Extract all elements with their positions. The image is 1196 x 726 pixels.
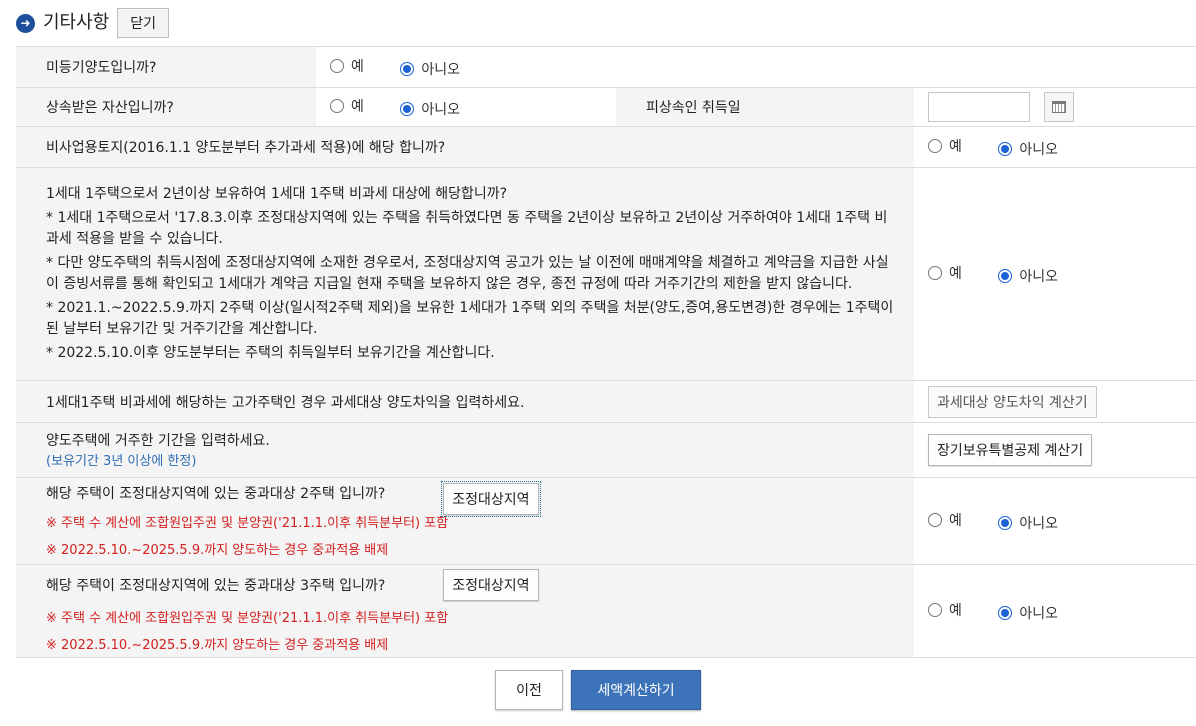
two-house-note-2: ※ 2022.5.10.~2025.5.9.까지 양도하는 경우 중과적용 배제	[46, 543, 389, 558]
row-residence: 양도주택에 거주한 기간을 입력하세요. (보유기간 3년 이상에 한정) 장기…	[16, 422, 1196, 478]
close-button[interactable]: 닫기	[117, 8, 170, 38]
radio-two-house-no[interactable]: 아니오	[998, 513, 1058, 533]
two-house-question-text: 해당 주택이 조정대상지역에 있는 중과대상 2주택 입니까?	[46, 486, 386, 502]
row-non-business-land: 비사업용토지(2016.1.1 양도분부터 추가과세 적용)에 해당 합니까? …	[16, 126, 1196, 168]
question-residence: 양도주택에 거주한 기간을 입력하세요. (보유기간 3년 이상에 한정)	[16, 422, 914, 478]
answer-two-house: 예 아니오	[914, 477, 1196, 565]
section-title: 기타사항	[43, 12, 110, 33]
answer-three-house: 예 아니오	[914, 564, 1196, 658]
question-non-business-land: 비사업용토지(2016.1.1 양도분부터 추가과세 적용)에 해당 합니까?	[16, 126, 914, 168]
radio-circle[interactable]	[330, 58, 344, 73]
question-one-house: 1세대 1주택으로서 2년이상 보유하여 1세대 1주택 비과세 대상에 해당합…	[16, 167, 914, 381]
three-house-question-text: 해당 주택이 조정대상지역에 있는 중과대상 3주택 입니까?	[46, 578, 386, 594]
one-house-note-1: * 1세대 1주택으로서 '17.8.3.이후 조정대상지역에 있는 주택을 취…	[46, 210, 888, 247]
radio-three-house-no[interactable]: 아니오	[998, 603, 1058, 623]
answer-non-business-land: 예 아니오	[914, 126, 1196, 168]
arrow-right-circle-icon: ➜	[16, 13, 35, 33]
radio-circle-selected[interactable]	[400, 61, 415, 76]
radio-circle[interactable]	[928, 512, 942, 527]
answer-unregistered: 예 아니오	[316, 46, 1196, 88]
calendar-icon	[1052, 101, 1067, 113]
question-luxury-house: 1세대1주택 비과세에 해당하는 고가주택인 경우 과세대상 양도차익을 입력하…	[16, 380, 914, 423]
radio-non-business-land-no[interactable]: 아니오	[998, 139, 1058, 159]
radio-circle-selected[interactable]	[998, 605, 1013, 620]
label-decedent-acquisition-date: 피상속인 취득일	[616, 87, 914, 127]
decedent-date-input[interactable]	[928, 92, 1030, 122]
radio-unregistered-no[interactable]: 아니오	[400, 59, 460, 79]
radio-circle-selected[interactable]	[998, 141, 1013, 156]
question-two-house: 해당 주택이 조정대상지역에 있는 중과대상 2주택 입니까? 조정대상지역 ※…	[16, 477, 914, 565]
three-house-question-line: 해당 주택이 조정대상지역에 있는 중과대상 3주택 입니까? 조정대상지역	[46, 569, 914, 601]
radio-circle[interactable]	[928, 138, 942, 153]
row-unregistered: 미등기양도입니까? 예 아니오	[16, 46, 1196, 88]
question-three-house: 해당 주택이 조정대상지역에 있는 중과대상 3주택 입니까? 조정대상지역 ※…	[16, 564, 914, 658]
adjustment-area-button-3[interactable]: 조정대상지역	[443, 569, 539, 601]
radio-one-house-no[interactable]: 아니오	[998, 266, 1058, 286]
section-header: ➜ 기타사항 닫기	[16, 8, 170, 38]
row-two-house: 해당 주택이 조정대상지역에 있는 중과대상 2주택 입니까? 조정대상지역 ※…	[16, 477, 1196, 565]
radio-one-house-yes[interactable]: 예	[928, 263, 962, 283]
radio-three-house-yes[interactable]: 예	[928, 600, 962, 620]
answer-one-house: 예 아니오	[914, 167, 1196, 381]
answer-luxury-house: 과세대상 양도차익 계산기	[914, 380, 1196, 423]
radio-circle[interactable]	[928, 265, 942, 280]
residence-question-text: 양도주택에 거주한 기간을 입력하세요.	[46, 432, 270, 449]
form-table: 미등기양도입니까? 예 아니오 상속받은 자산입니까? 예 아니오 피상속인 취…	[16, 46, 1196, 658]
adjustment-area-button-2[interactable]: 조정대상지역	[441, 481, 541, 517]
answer-residence: 장기보유특별공제 계산기	[914, 422, 1196, 478]
radio-circle[interactable]	[928, 602, 942, 617]
capital-gain-calculator-button[interactable]: 과세대상 양도차익 계산기	[928, 385, 1097, 418]
one-house-note-4: * 2022.5.10.이후 양도분부터는 주택의 취득일부터 보유기간을 계산…	[46, 345, 495, 361]
radio-circle[interactable]	[330, 98, 344, 113]
two-house-question-line: 해당 주택이 조정대상지역에 있는 중과대상 2주택 입니까? 조정대상지역	[46, 481, 914, 517]
radio-non-business-land-yes[interactable]: 예	[928, 136, 962, 156]
radio-circle-selected[interactable]	[998, 268, 1013, 283]
radio-two-house-yes[interactable]: 예	[928, 510, 962, 530]
one-house-note-2: * 다만 양도주택의 취득시점에 조정대상지역에 소재한 경우로서, 조정대상지…	[46, 255, 889, 292]
question-unregistered: 미등기양도입니까?	[16, 46, 316, 88]
one-house-question-text: 1세대 1주택으로서 2년이상 보유하여 1세대 1주택 비과세 대상에 해당합…	[46, 186, 508, 202]
three-house-note-2: ※ 2022.5.10.~2025.5.9.까지 양도하는 경우 중과적용 배제	[46, 638, 389, 653]
row-inherited: 상속받은 자산입니까? 예 아니오 피상속인 취득일	[16, 87, 1196, 127]
calculate-tax-button[interactable]: 세액계산하기	[571, 670, 701, 710]
row-three-house: 해당 주택이 조정대상지역에 있는 중과대상 3주택 입니까? 조정대상지역 ※…	[16, 564, 1196, 658]
radio-circle-selected[interactable]	[998, 515, 1013, 530]
answer-inherited: 예 아니오	[316, 87, 616, 127]
long-term-deduction-calculator-button[interactable]: 장기보유특별공제 계산기	[928, 434, 1093, 466]
three-house-note-1: ※ 주택 수 계산에 조합원입주권 및 분양권('21.1.1.이후 취득분부터…	[46, 611, 449, 626]
radio-inherited-no[interactable]: 아니오	[400, 99, 460, 119]
radio-circle-selected[interactable]	[400, 101, 415, 116]
decedent-date-cell	[914, 87, 1196, 127]
one-house-note-3: * 2021.1.~2022.5.9.까지 2주택 이상(일시적2주택 제외)을…	[46, 300, 894, 337]
previous-button[interactable]: 이전	[495, 670, 563, 710]
calendar-button[interactable]	[1044, 92, 1075, 122]
radio-unregistered-yes[interactable]: 예	[330, 56, 364, 76]
radio-inherited-yes[interactable]: 예	[330, 96, 364, 116]
row-luxury-house: 1세대1주택 비과세에 해당하는 고가주택인 경우 과세대상 양도차익을 입력하…	[16, 380, 1196, 423]
residence-note: (보유기간 3년 이상에 한정)	[46, 453, 197, 469]
row-one-house: 1세대 1주택으로서 2년이상 보유하여 1세대 1주택 비과세 대상에 해당합…	[16, 167, 1196, 381]
footer-actions: 이전 세액계산하기	[0, 670, 1196, 710]
question-inherited: 상속받은 자산입니까?	[16, 87, 316, 127]
